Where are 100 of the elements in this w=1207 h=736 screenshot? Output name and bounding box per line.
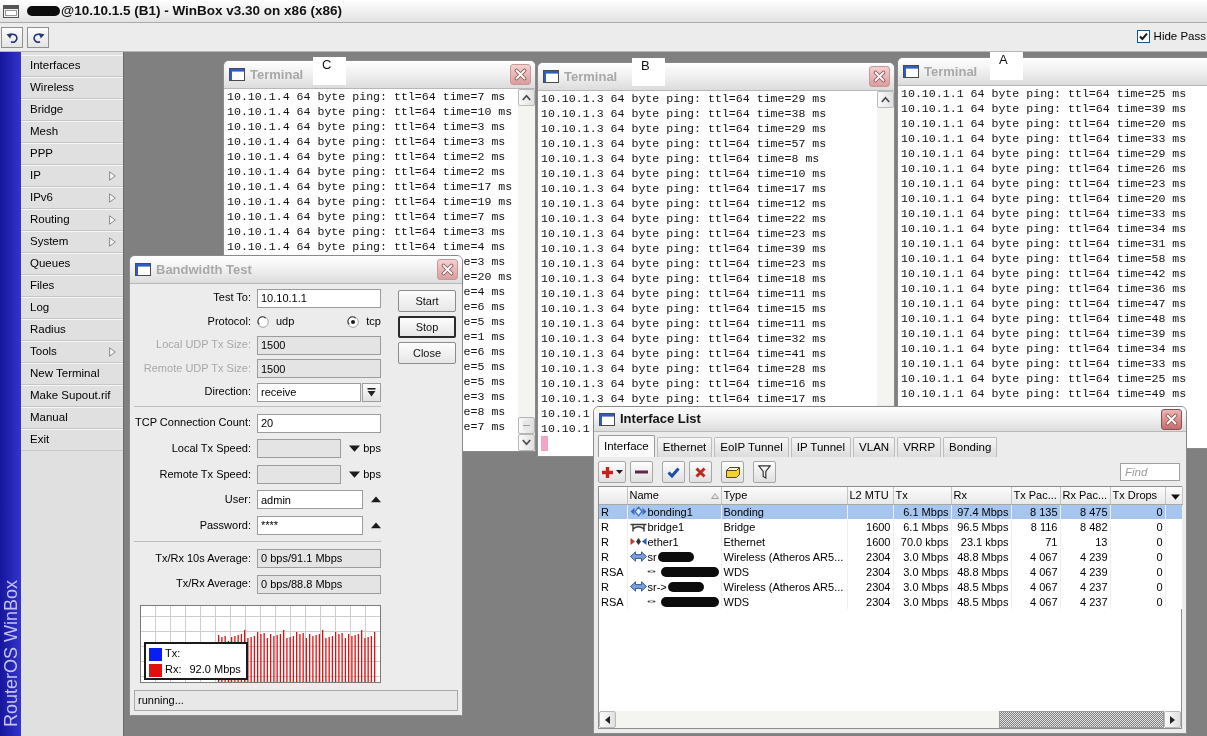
text-field[interactable]: **** — [257, 515, 363, 535]
undo-icon — [5, 31, 19, 43]
dropdown-field[interactable]: receive — [257, 382, 361, 402]
tab[interactable]: Ethernet — [656, 437, 713, 457]
terminal-line: 10.10.1.1 64 byte ping: ttl=64 time=31 ms — [901, 236, 1187, 251]
tab[interactable]: Interface — [598, 435, 655, 457]
menu-item[interactable]: Wireless — [21, 77, 123, 99]
scroll-left-button[interactable] — [599, 711, 616, 728]
field-label: Tx/Rx 10s Average: — [154, 551, 251, 566]
terminal-line: 10.10.1.4 64 byte ping: ttl=64 time=7 ms — [227, 89, 506, 104]
readout-field[interactable]: 0 bps/91.1 Mbps — [257, 548, 381, 568]
terminal-line: 10.10.1.3 64 byte ping: ttl=64 time=11 ms — [541, 286, 827, 301]
table-row[interactable]: RSA WDS 2304 3.0 Mbps 48.5 Mbps 4 067 4 237 0 — [599, 594, 1182, 609]
field-label: Local UDP Tx Size: — [155, 338, 251, 352]
add-button[interactable] — [598, 461, 626, 483]
table-row[interactable]: R bridge1 Bridge 1600 6.1 Mbps 96.5 Mbps 8 116 8 482 0 — [599, 519, 1182, 534]
terminal-line: 10.10.1.1 64 byte ping: ttl=64 time=26 ms — [901, 161, 1187, 176]
text-field[interactable]: 10.10.1.1 — [257, 288, 381, 308]
terminal-line: e=6 ms — [463, 299, 506, 314]
hide-passwords-checkbox[interactable]: Hide Pass — [1136, 30, 1207, 44]
readout-field[interactable]: 0 bps/88.8 Mbps — [257, 574, 381, 594]
scrollbar-thumb[interactable] — [518, 417, 535, 434]
dialog-button[interactable]: Close — [398, 342, 456, 364]
table-row[interactable]: R sr Wireless (Atheros AR5... 2304 3.0 Mbps 48.8 Mbps 4 067 4 239 0 — [599, 549, 1182, 564]
menu-item[interactable]: Files — [21, 275, 123, 297]
terminal-line: 10.10.1.3 64 byte ping: ttl=64 time=18 ms — [541, 271, 827, 286]
terminal-line: e=5 ms — [463, 314, 506, 329]
menu-item[interactable]: Exit — [21, 429, 123, 451]
terminal-line: 10.10.1.1 64 byte ping: ttl=64 time=23 ms — [901, 176, 1187, 191]
menu-item[interactable]: Manual — [21, 407, 123, 429]
column-header[interactable]: Type — [721, 487, 847, 504]
tab[interactable]: EoIP Tunnel — [714, 437, 789, 457]
table-cell: 4 237 — [1060, 594, 1110, 609]
close-button[interactable] — [510, 64, 531, 85]
speed-field[interactable] — [257, 439, 341, 459]
close-icon — [1165, 412, 1178, 426]
double-arrow-icon — [629, 551, 647, 562]
window-title: Terminal — [564, 68, 618, 85]
dialog-button[interactable]: Start — [398, 290, 456, 312]
speed-field[interactable] — [257, 464, 341, 484]
close-button[interactable] — [437, 259, 458, 280]
window-icon — [3, 4, 19, 18]
tab[interactable]: IP Tunnel — [790, 437, 852, 457]
column-header[interactable]: Tx Drops — [1110, 487, 1165, 504]
radio-option[interactable]: tcp — [347, 314, 381, 329]
menu-item[interactable]: IPv6 — [21, 187, 123, 209]
dropdown-button[interactable] — [362, 382, 381, 402]
column-header[interactable]: Name — [627, 487, 721, 504]
column-header[interactable]: L2 MTU — [847, 487, 893, 504]
tab[interactable]: VRRP — [897, 437, 942, 457]
disable-button[interactable] — [689, 461, 712, 483]
search-field[interactable]: Find — [1120, 463, 1180, 481]
scroll-right-button[interactable] — [1164, 711, 1181, 728]
menu-item[interactable]: Interfaces — [21, 55, 123, 77]
close-button[interactable] — [1161, 408, 1182, 430]
column-header[interactable]: Tx Pac... — [1011, 487, 1060, 504]
menu-item[interactable]: Queues — [21, 253, 123, 275]
menu-item[interactable]: New Terminal — [21, 363, 123, 385]
table-row[interactable]: R ether1 Ethernet 1600 70.0 kbps 23.1 kbps 71 13 0 — [599, 534, 1182, 549]
small-arrows-icon — [646, 566, 656, 577]
undo-button[interactable] — [1, 26, 23, 48]
menu-item[interactable]: Tools — [21, 341, 123, 363]
table-row[interactable]: R sr-> Wireless (Atheros AR5... 2304 3.0 Mbps 48.5 Mbps 4 067 4 237 0 — [599, 579, 1182, 594]
menu-item[interactable]: Log — [21, 297, 123, 319]
menu-item[interactable]: PPP — [21, 143, 123, 165]
scroll-down-button[interactable] — [518, 434, 535, 451]
tab[interactable]: VLAN — [853, 437, 896, 457]
table-row[interactable]: RSA WDS 2304 3.0 Mbps 48.8 Mbps 4 067 4 239 0 — [599, 564, 1182, 579]
funnel-icon — [758, 465, 771, 479]
unit-label: bps — [363, 442, 381, 456]
status-bar: running... — [134, 690, 458, 711]
enable-button[interactable] — [662, 461, 685, 483]
scrollbar-thumb[interactable] — [999, 711, 1164, 728]
text-field[interactable]: 20 — [257, 413, 381, 433]
filter-button[interactable] — [753, 461, 776, 483]
window-icon — [229, 68, 245, 81]
radio-option[interactable]: udp — [257, 314, 295, 329]
terminal-line: 10.10.1.4 64 byte ping: ttl=64 time=3 ms — [227, 224, 506, 239]
text-field[interactable]: admin — [257, 490, 363, 510]
column-header[interactable]: Tx — [893, 487, 951, 504]
menu-item[interactable]: Mesh — [21, 121, 123, 143]
menu-item[interactable]: Radius — [21, 319, 123, 341]
terminal-line: e=20 ms — [463, 269, 513, 284]
tab[interactable]: Bonding — [943, 437, 998, 457]
column-header[interactable]: Rx Pac... — [1060, 487, 1110, 504]
close-icon — [441, 263, 454, 276]
redo-button[interactable] — [27, 26, 49, 48]
menu-item[interactable]: System — [21, 231, 123, 253]
scroll-up-button[interactable] — [518, 89, 535, 106]
remove-button[interactable] — [630, 461, 653, 483]
column-header[interactable]: Rx — [951, 487, 1011, 504]
note-icon — [725, 466, 740, 478]
menu-item[interactable]: Routing — [21, 209, 123, 231]
scroll-up-button[interactable] — [877, 91, 894, 108]
menu-item[interactable]: Make Supout.rif — [21, 385, 123, 407]
dialog-button[interactable]: Stop — [398, 316, 456, 338]
comment-button[interactable] — [721, 461, 744, 483]
menu-item[interactable]: IP — [21, 165, 123, 187]
close-button[interactable] — [869, 66, 890, 87]
menu-item[interactable]: Bridge — [21, 99, 123, 121]
